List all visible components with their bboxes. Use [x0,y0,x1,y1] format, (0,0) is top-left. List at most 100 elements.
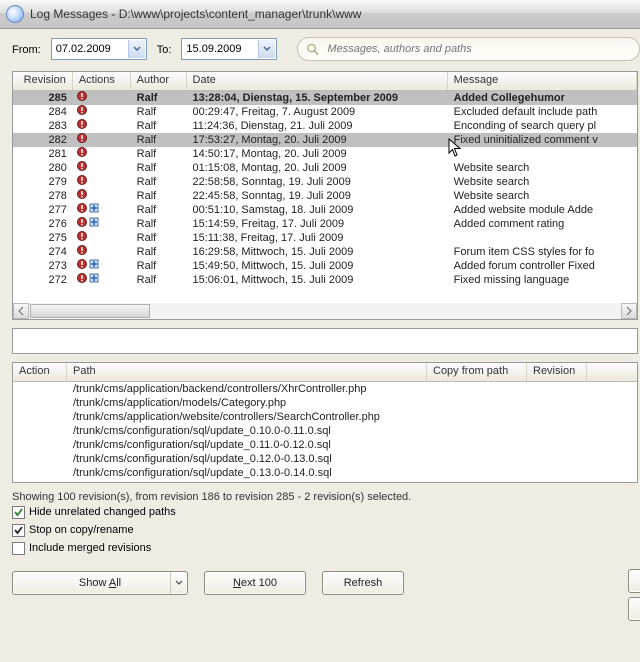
table-row[interactable]: /trunk/cms/configuration/sql/update_0.10… [13,424,637,438]
col-path-revision[interactable]: Revision [527,363,587,381]
table-row[interactable]: /trunk/cms/application/website/controlle… [13,410,637,424]
cell-author: Ralf [131,133,187,147]
cell-copy-from [427,452,527,466]
table-row[interactable]: 276Ralf15:14:59, Freitag, 17. Juli 2009A… [13,217,637,231]
cell-path-action [13,424,67,438]
cell-actions [73,161,131,175]
paths-header[interactable]: Action Path Copy from path Revision [13,363,637,382]
scroll-track[interactable] [29,303,621,319]
table-row[interactable]: 284Ralf00:29:47, Freitag, 7. August 2009… [13,105,637,119]
next-post: ext 100 [241,577,277,589]
to-label: To: [157,42,172,56]
cell-copy-from [427,466,527,480]
log-header[interactable]: Revision Actions Author Date Message [13,72,637,91]
refresh-button[interactable]: Refresh [322,571,404,595]
cell-revision: 279 [13,175,73,189]
cell-path-action [13,466,67,480]
cell-message: Fixed missing language [448,273,637,287]
table-row[interactable]: 280Ralf01:15:08, Montag, 20. Juli 2009We… [13,161,637,175]
col-revision[interactable]: Revision [13,72,73,90]
chevron-down-icon[interactable] [128,40,145,58]
chevron-down-icon[interactable] [258,40,275,58]
table-row[interactable]: 272Ralf15:06:01, Mittwoch, 15. Juli 2009… [13,273,637,287]
table-row[interactable]: /trunk/cms/configuration/sql/update_0.11… [13,438,637,452]
checkbox-include-merged[interactable] [12,542,25,555]
table-row[interactable]: /trunk/cms/configuration/sql/update_0.12… [13,452,637,466]
table-row[interactable]: /trunk/cms/configuration/sql/update_0.13… [13,466,637,480]
next-100-button[interactable]: Next 100 [204,571,306,595]
table-row[interactable]: 279Ralf22:58:58, Sonntag, 19. Juli 2009W… [13,175,637,189]
status-line: Showing 100 revision(s), from revision 1… [12,491,640,503]
table-row[interactable]: 278Ralf22:45:58, Sonntag, 19. Juli 2009W… [13,189,637,203]
cell-path: /trunk/cms/application/backend/controlle… [67,382,427,396]
cell-message: Enconding of search query pl [448,119,637,133]
cell-path: /trunk/cms/application/models/Category.p… [67,396,427,410]
window-titlebar[interactable]: Log Messages - D:\www\projects\content_m… [0,0,640,29]
cell-copy-from [427,410,527,424]
col-message[interactable]: Message [448,72,637,90]
search-field[interactable] [297,37,640,61]
stop-on-copy-row: Stop on copy/rename [12,521,640,539]
cell-path-revision [527,424,587,438]
from-date-value: 07.02.2009 [56,43,124,55]
col-path-action[interactable]: Action [13,363,67,381]
table-row[interactable]: 281Ralf14:50:17, Montag, 20. Juli 2009 [13,147,637,161]
log-listview[interactable]: Revision Actions Author Date Message 285… [12,71,638,320]
col-actions[interactable]: Actions [73,72,131,90]
table-row[interactable]: 273Ralf15:49:50, Mittwoch, 15. Juli 2009… [13,259,637,273]
table-row[interactable]: 277Ralf00:51:10, Samstag, 18. Juli 2009A… [13,203,637,217]
scroll-left-icon[interactable] [13,303,29,319]
cell-message: Added forum controller Fixed [448,259,637,273]
table-row[interactable]: 283Ralf11:24:36, Dienstag, 21. Juli 2009… [13,119,637,133]
cell-actions [73,231,131,245]
table-row[interactable]: 275 Ralf15:11:38, Freitag, 17. Juli 2009 [13,231,637,245]
window-title: Log Messages - D:\www\projects\content_m… [30,7,361,21]
horizontal-scrollbar[interactable] [13,303,637,319]
cell-revision: 273 [13,259,73,273]
cell-actions [73,147,131,161]
col-path[interactable]: Path [67,363,427,381]
hide-unrelated-row: Hide unrelated changed paths [12,503,640,521]
cell-message: Website search [448,189,637,203]
to-date-field[interactable]: 15.09.2009 [181,38,277,60]
col-copy-from[interactable]: Copy from path [427,363,527,381]
cell-author: Ralf [131,161,187,175]
cell-author: Ralf [131,231,187,245]
cut-button-edge[interactable] [628,597,640,621]
cell-path: /trunk/cms/configuration/sql/update_0.10… [67,424,427,438]
from-date-field[interactable]: 07.02.2009 [51,38,147,60]
stop-on-copy-label[interactable]: Stop on copy/rename [29,524,134,536]
cell-path-revision [527,438,587,452]
chevron-down-icon[interactable] [170,572,187,594]
show-all-button[interactable]: Show All [12,571,188,595]
cell-revision: 278 [13,189,73,203]
checkbox-stop-on-copy[interactable] [12,524,25,537]
table-row[interactable]: /trunk/cms/application/models/Category.p… [13,396,637,410]
search-icon [306,42,319,56]
cell-path-action [13,438,67,452]
table-row[interactable]: 274Ralf16:29:58, Mittwoch, 15. Juli 2009… [13,245,637,259]
col-author[interactable]: Author [131,72,187,90]
include-merged-label[interactable]: Include merged revisions [29,542,151,554]
commit-message-pane[interactable] [12,328,638,354]
cell-date: 11:24:36, Dienstag, 21. Juli 2009 [187,119,448,133]
col-date[interactable]: Date [187,72,448,90]
checkbox-hide-unrelated[interactable] [12,506,25,519]
cut-button-edge[interactable] [628,569,640,593]
cell-message: Added website module Adde [448,203,637,217]
table-row[interactable]: /trunk/cms/application/backend/controlle… [13,382,637,396]
cell-date: 15:11:38, Freitag, 17. Juli 2009 [187,231,448,245]
scroll-thumb[interactable] [30,304,150,318]
cell-revision: 275 [13,231,73,245]
cell-author: Ralf [131,245,187,259]
table-row[interactable]: 285Ralf13:28:04, Dienstag, 15. September… [13,91,637,105]
hide-unrelated-label[interactable]: Hide unrelated changed paths [29,506,176,518]
cell-author: Ralf [131,147,187,161]
cell-message: Fixed uninitialized comment v [448,133,637,147]
search-input[interactable] [325,42,631,56]
table-row[interactable]: 282Ralf17:53:27, Montag, 20. Juli 2009Fi… [13,133,637,147]
scroll-right-icon[interactable] [621,303,637,319]
cell-path: /trunk/cms/application/website/controlle… [67,410,427,424]
from-label: From: [12,42,41,56]
paths-listview[interactable]: Action Path Copy from path Revision /tru… [12,362,638,483]
